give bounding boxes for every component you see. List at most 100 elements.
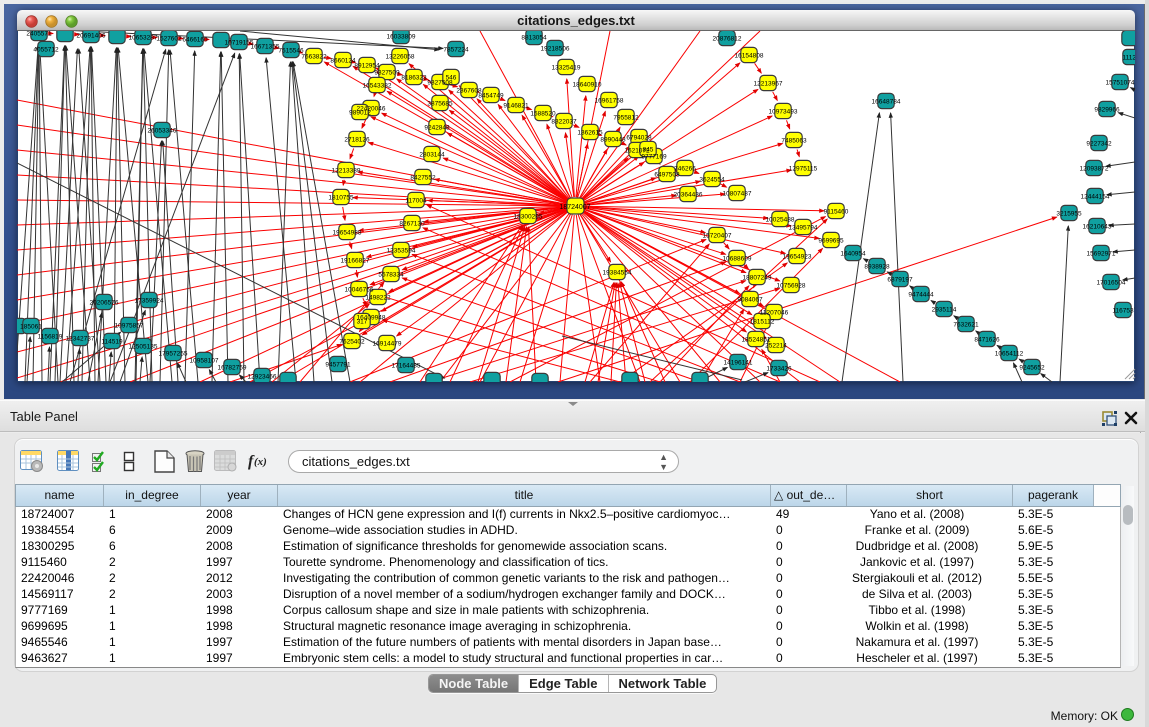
svg-text:116753: 116753 (1112, 308, 1134, 315)
svg-text:8912954: 8912954 (354, 63, 380, 70)
svg-text:8813054: 8813054 (521, 35, 547, 42)
svg-text:20364436: 20364436 (674, 192, 703, 199)
svg-text:10807487: 10807487 (723, 191, 752, 198)
svg-text:317: 317 (357, 319, 368, 326)
svg-text:13226058: 13226058 (386, 54, 415, 61)
svg-text:6497508: 6497508 (654, 172, 680, 179)
svg-text:16782759: 16782759 (218, 365, 247, 372)
svg-text:16648784: 16648784 (872, 99, 901, 106)
svg-text:6466160: 6466160 (182, 37, 208, 44)
svg-text:8186323: 8186323 (401, 75, 427, 82)
svg-text:15692971: 15692971 (1087, 251, 1116, 258)
svg-text:117004: 117004 (405, 198, 427, 205)
svg-text:13495794: 13495794 (789, 225, 818, 232)
svg-text:17957255: 17957255 (159, 351, 188, 358)
svg-text:12505135: 12505135 (129, 344, 158, 351)
svg-text:8660124: 8660124 (330, 58, 356, 65)
svg-text:1527602: 1527602 (156, 36, 182, 43)
svg-text:20691406: 20691406 (77, 33, 106, 40)
svg-text:7663822: 7663822 (301, 54, 327, 61)
svg-text:13325419: 13325419 (552, 65, 581, 72)
svg-text:9829966: 9829966 (1094, 107, 1120, 114)
svg-text:7632621: 7632621 (953, 322, 979, 329)
svg-text:252214: 252214 (765, 343, 787, 350)
svg-text:16543382: 16543382 (363, 83, 392, 90)
svg-text:546: 546 (446, 75, 457, 82)
svg-text:16961758: 16961758 (595, 98, 624, 105)
svg-text:12353594: 12353594 (387, 248, 416, 255)
svg-text:2803144: 2803144 (419, 152, 445, 159)
svg-text:11207046: 11207046 (760, 310, 789, 317)
svg-text:1810755: 1810755 (328, 195, 354, 202)
svg-text:1815112: 1815112 (750, 319, 775, 326)
svg-text:7625402: 7625402 (339, 339, 365, 346)
svg-text:10654112: 10654112 (995, 351, 1024, 358)
svg-text:14196141: 14196141 (724, 360, 753, 367)
svg-text:19654988: 19654988 (333, 230, 362, 237)
svg-text:15751074: 15751074 (1106, 80, 1135, 87)
svg-text:12923466: 12923466 (248, 374, 277, 381)
svg-text:7955812: 7955812 (613, 115, 639, 122)
svg-text:17359924: 17359924 (135, 298, 164, 305)
svg-text:9699695: 9699695 (818, 238, 844, 245)
svg-text:185061: 185061 (20, 324, 42, 331)
svg-text:12444154: 12444154 (1081, 194, 1110, 201)
svg-text:9457791: 9457791 (325, 362, 351, 369)
svg-text:11124: 11124 (1122, 55, 1135, 62)
svg-text:26053346: 26053346 (148, 128, 177, 135)
svg-text:1733426: 1733426 (766, 366, 792, 373)
svg-text:19218506: 19218506 (541, 46, 570, 53)
svg-text:6879197: 6879197 (887, 277, 913, 284)
svg-text:9245652: 9245652 (1019, 365, 1045, 372)
svg-text:8454749: 8454749 (478, 93, 504, 100)
svg-text:9242848: 9242848 (424, 125, 450, 132)
svg-text:16210643: 16210643 (1083, 224, 1112, 231)
svg-text:18724007: 18724007 (559, 204, 590, 211)
svg-text:16914479: 16914479 (373, 341, 402, 348)
svg-text:16033809: 16033809 (387, 34, 416, 41)
svg-text:10719155: 10719155 (225, 40, 254, 47)
svg-text:8267130: 8267130 (399, 221, 425, 228)
svg-text:3875685: 3875685 (427, 101, 453, 108)
svg-text:10653287: 10653287 (129, 35, 158, 42)
svg-text:16154808: 16154808 (735, 53, 764, 60)
svg-text:10756928: 10756928 (777, 283, 806, 290)
svg-text:18807249: 18807249 (743, 275, 772, 282)
svg-text:12213389: 12213389 (332, 168, 361, 175)
svg-text:18640910: 18640910 (573, 82, 602, 89)
svg-text:16671355: 16671355 (251, 44, 280, 51)
svg-text:19384554: 19384554 (603, 270, 632, 277)
svg-text:3624554: 3624554 (699, 177, 725, 184)
svg-text:10973493: 10973493 (769, 109, 798, 116)
svg-text:17016504: 17016504 (1097, 280, 1126, 287)
svg-text:9227342: 9227342 (1086, 141, 1112, 148)
svg-text:10975857: 10975857 (115, 323, 144, 330)
svg-text:1640954: 1640954 (840, 251, 866, 258)
svg-text:1156819: 1156819 (38, 334, 63, 341)
svg-text:10046766: 10046766 (345, 287, 374, 294)
svg-text:5578334: 5578334 (378, 272, 404, 279)
svg-text:9327509: 9327509 (374, 70, 400, 77)
svg-text:8322037: 8322037 (551, 119, 577, 126)
svg-text:9115460: 9115460 (824, 209, 849, 216)
svg-text:4055712: 4055712 (33, 47, 59, 54)
svg-text:7515546: 7515546 (278, 48, 304, 55)
svg-text:7485063: 7485063 (781, 138, 807, 145)
svg-text:12213967: 12213967 (754, 81, 783, 88)
svg-text:3215955: 3215955 (1056, 211, 1082, 218)
svg-text:1588520: 1588520 (530, 111, 556, 118)
svg-text:8990448: 8990448 (600, 137, 626, 144)
svg-text:20876812: 20876812 (713, 36, 742, 43)
svg-text:10025488: 10025488 (766, 217, 795, 224)
svg-text:10688609: 10688609 (723, 256, 752, 263)
svg-text:2718126: 2718126 (344, 137, 370, 144)
svg-text:7857224: 7857224 (443, 47, 469, 54)
svg-text:12093872: 12093872 (1080, 166, 1109, 173)
svg-text:2935114: 2935114 (932, 307, 957, 314)
svg-text:114519: 114519 (101, 339, 123, 346)
svg-text:10958107: 10958107 (190, 358, 219, 365)
svg-text:845: 845 (643, 147, 654, 154)
svg-text:9777169: 9777169 (641, 154, 667, 161)
svg-text:18300295: 18300295 (514, 214, 543, 221)
svg-text:19166827: 19166827 (341, 258, 370, 265)
